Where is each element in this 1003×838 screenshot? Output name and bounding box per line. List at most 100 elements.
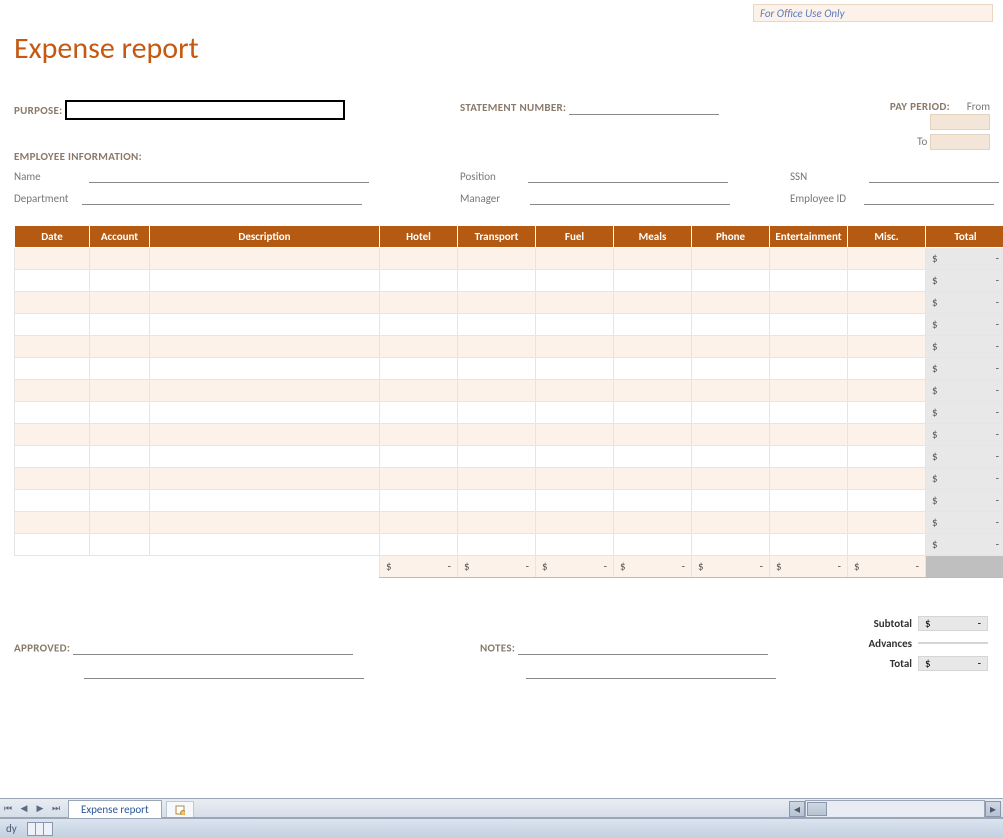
cell[interactable] xyxy=(15,270,90,292)
cell[interactable] xyxy=(150,446,380,468)
cell[interactable] xyxy=(536,468,614,490)
cell[interactable] xyxy=(380,490,458,512)
cell[interactable] xyxy=(848,336,926,358)
cell[interactable] xyxy=(15,380,90,402)
cell[interactable] xyxy=(380,468,458,490)
cell[interactable] xyxy=(150,512,380,534)
cell[interactable] xyxy=(692,380,770,402)
cell[interactable] xyxy=(692,490,770,512)
employee-id-input[interactable] xyxy=(864,190,994,205)
cell[interactable] xyxy=(536,314,614,336)
cell[interactable] xyxy=(692,424,770,446)
cell[interactable] xyxy=(458,336,536,358)
cell[interactable] xyxy=(458,424,536,446)
cell[interactable] xyxy=(848,534,926,556)
cell[interactable] xyxy=(536,292,614,314)
cell[interactable] xyxy=(380,314,458,336)
cell[interactable] xyxy=(614,380,692,402)
cell[interactable] xyxy=(614,248,692,270)
cell[interactable] xyxy=(150,534,380,556)
cell[interactable] xyxy=(770,270,848,292)
cell[interactable] xyxy=(614,468,692,490)
cell[interactable] xyxy=(458,446,536,468)
cell[interactable] xyxy=(692,358,770,380)
cell[interactable] xyxy=(614,534,692,556)
cell[interactable] xyxy=(536,512,614,534)
pay-from-input[interactable] xyxy=(930,114,990,130)
cell[interactable] xyxy=(692,248,770,270)
hscroll-right-arrow[interactable]: ▸ xyxy=(985,801,1001,817)
cell[interactable] xyxy=(15,446,90,468)
cell[interactable] xyxy=(150,248,380,270)
cell[interactable] xyxy=(90,380,150,402)
cell[interactable] xyxy=(770,424,848,446)
cell[interactable] xyxy=(380,424,458,446)
cell[interactable] xyxy=(848,292,926,314)
cell[interactable] xyxy=(380,402,458,424)
cell[interactable] xyxy=(15,512,90,534)
cell[interactable] xyxy=(90,248,150,270)
position-input[interactable] xyxy=(528,168,728,183)
advances-value[interactable] xyxy=(918,642,988,644)
cell[interactable] xyxy=(380,534,458,556)
cell[interactable] xyxy=(848,358,926,380)
cell[interactable] xyxy=(150,292,380,314)
cell[interactable] xyxy=(692,270,770,292)
cell[interactable] xyxy=(848,248,926,270)
cell[interactable] xyxy=(15,490,90,512)
cell[interactable] xyxy=(536,402,614,424)
cell[interactable] xyxy=(770,380,848,402)
approved-line-1[interactable] xyxy=(73,640,353,655)
cell[interactable] xyxy=(380,336,458,358)
cell[interactable] xyxy=(770,468,848,490)
cell[interactable] xyxy=(90,358,150,380)
cell[interactable] xyxy=(90,534,150,556)
cell[interactable] xyxy=(458,490,536,512)
cell[interactable] xyxy=(770,248,848,270)
cell[interactable] xyxy=(536,270,614,292)
cell[interactable] xyxy=(770,402,848,424)
cell[interactable] xyxy=(90,336,150,358)
cell[interactable] xyxy=(15,314,90,336)
cell[interactable] xyxy=(150,358,380,380)
approved-line-2[interactable] xyxy=(84,664,364,679)
cell[interactable] xyxy=(458,270,536,292)
cell[interactable] xyxy=(692,446,770,468)
cell[interactable] xyxy=(770,446,848,468)
notes-line-1[interactable] xyxy=(518,640,768,655)
cell[interactable] xyxy=(770,534,848,556)
cell[interactable] xyxy=(614,292,692,314)
cell[interactable] xyxy=(692,314,770,336)
cell[interactable] xyxy=(458,402,536,424)
cell[interactable] xyxy=(90,490,150,512)
manager-input[interactable] xyxy=(530,190,730,205)
cell[interactable] xyxy=(614,314,692,336)
cell[interactable] xyxy=(15,336,90,358)
cell[interactable] xyxy=(458,534,536,556)
cell[interactable] xyxy=(536,534,614,556)
cell[interactable] xyxy=(150,336,380,358)
cell[interactable] xyxy=(15,534,90,556)
cell[interactable] xyxy=(15,468,90,490)
cell[interactable] xyxy=(614,446,692,468)
new-sheet-button[interactable] xyxy=(166,801,194,817)
cell[interactable] xyxy=(614,424,692,446)
cell[interactable] xyxy=(770,314,848,336)
cell[interactable] xyxy=(90,424,150,446)
hscroll-thumb[interactable] xyxy=(807,802,827,816)
pay-to-input[interactable] xyxy=(930,134,990,150)
cell[interactable] xyxy=(692,512,770,534)
cell[interactable] xyxy=(150,468,380,490)
cell[interactable] xyxy=(380,358,458,380)
cell[interactable] xyxy=(536,490,614,512)
cell[interactable] xyxy=(614,270,692,292)
cell[interactable] xyxy=(15,292,90,314)
cell[interactable] xyxy=(692,402,770,424)
cell[interactable] xyxy=(848,314,926,336)
cell[interactable] xyxy=(692,468,770,490)
cell[interactable] xyxy=(692,534,770,556)
cell[interactable] xyxy=(90,270,150,292)
hscroll-left-arrow[interactable]: ◂ xyxy=(789,801,805,817)
cell[interactable] xyxy=(90,292,150,314)
sheet-tab-expense-report[interactable]: Expense report xyxy=(68,800,162,818)
